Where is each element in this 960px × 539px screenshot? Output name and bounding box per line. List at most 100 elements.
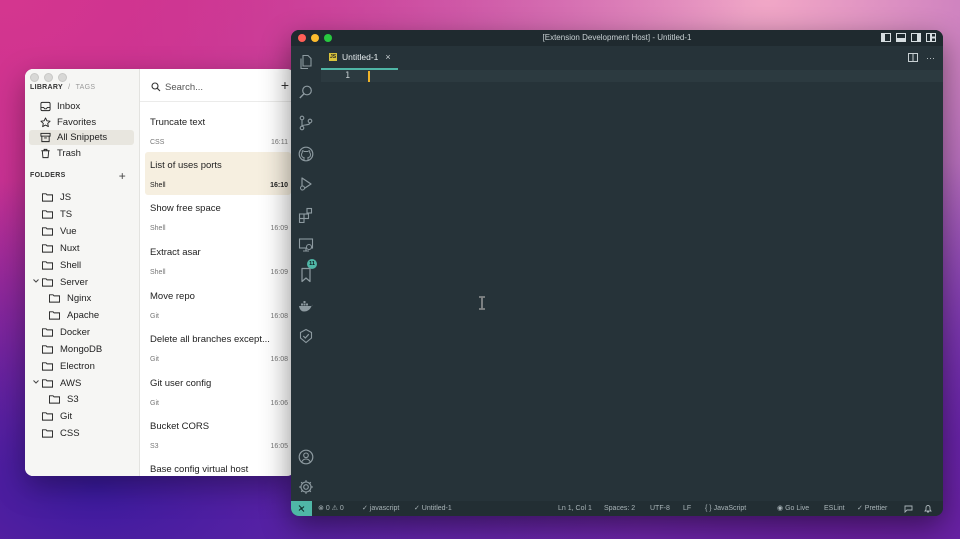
chevron-down-icon[interactable] xyxy=(32,277,40,285)
cursor-position[interactable]: Ln 1, Col 1 xyxy=(558,501,592,516)
toggle-panel-icon[interactable] xyxy=(896,33,906,42)
folder-ts[interactable]: TS xyxy=(42,207,72,221)
folder-s3[interactable]: S3 xyxy=(49,392,79,406)
folder-server[interactable]: Server xyxy=(33,275,88,289)
account-icon[interactable] xyxy=(298,449,314,465)
language-mode[interactable]: { } JavaScript xyxy=(705,501,746,516)
status-language-check[interactable]: ✓ javascript xyxy=(362,501,399,516)
tab-tags[interactable]: TAGS xyxy=(76,84,96,91)
snippet-language: Git xyxy=(150,313,159,320)
remote-indicator[interactable] xyxy=(291,501,312,516)
sidebar-item-trash[interactable]: Trash xyxy=(29,146,134,161)
status-file-check[interactable]: ✓ Untitled-1 xyxy=(414,501,452,516)
folder-icon xyxy=(42,261,53,270)
folder-js[interactable]: JS xyxy=(42,190,71,204)
folder-shell[interactable]: Shell xyxy=(42,258,81,272)
tab-untitled-1[interactable]: JS Untitled-1 × xyxy=(321,46,398,70)
snippet-item-selected[interactable]: List of uses ports Shell 16:10 xyxy=(145,152,291,195)
run-debug-icon[interactable] xyxy=(298,176,314,192)
snippet-item[interactable]: Bucket CORS S3 16:05 xyxy=(145,413,291,456)
snippet-name: Delete all branches except... xyxy=(150,334,270,345)
problems-indicator[interactable]: ⊗ 0 ⚠ 0 xyxy=(318,501,344,516)
folder-nginx[interactable]: Nginx xyxy=(49,291,91,305)
remote-explorer-icon[interactable] xyxy=(298,237,314,253)
folder-label: Shell xyxy=(60,259,82,271)
indentation[interactable]: Spaces: 2 xyxy=(604,501,635,516)
folder-label: Vue xyxy=(60,225,77,237)
snippet-language: Shell xyxy=(150,269,166,276)
end-of-line[interactable]: LF xyxy=(683,501,691,516)
editor-actions: ··· xyxy=(908,53,935,63)
toggle-sidebar-icon[interactable] xyxy=(881,33,891,42)
folder-icon xyxy=(49,311,60,320)
bell-icon[interactable] xyxy=(924,504,932,513)
testing-icon[interactable] xyxy=(298,328,314,344)
folder-label: Apache xyxy=(67,309,100,321)
search-input[interactable] xyxy=(165,79,265,95)
close-tab-icon[interactable]: × xyxy=(385,52,390,62)
source-control-icon[interactable] xyxy=(298,115,314,131)
snippet-item[interactable]: Git user config Git 16:06 xyxy=(145,370,291,413)
snippet-name: Show free space xyxy=(150,203,221,214)
prettier-status[interactable]: ✓ Prettier xyxy=(857,501,887,516)
snippet-item[interactable]: Move repo Git 16:08 xyxy=(145,283,291,326)
folder-mongodb[interactable]: MongoDB xyxy=(42,342,102,356)
more-actions-icon[interactable]: ··· xyxy=(926,53,935,63)
sidebar-item-label: All Snippets xyxy=(57,132,108,143)
folder-docker[interactable]: Docker xyxy=(42,325,90,339)
folder-git[interactable]: Git xyxy=(42,409,72,423)
go-live-button[interactable]: ◉ Go Live xyxy=(777,501,809,516)
javascript-file-icon: JS xyxy=(329,53,337,61)
encoding[interactable]: UTF-8 xyxy=(650,501,670,516)
snippet-item[interactable]: Show free space Shell 16:09 xyxy=(145,195,291,238)
folder-apache[interactable]: Apache xyxy=(49,308,99,322)
github-icon[interactable] xyxy=(298,146,314,162)
trash-icon xyxy=(41,148,50,159)
sidebar-item-label: Trash xyxy=(57,148,81,159)
archive-icon xyxy=(40,132,51,143)
minimize-window-button[interactable] xyxy=(44,73,53,82)
snippet-item[interactable]: Extract asar Shell 16:09 xyxy=(145,239,291,282)
toggle-secondary-sidebar-icon[interactable] xyxy=(911,33,921,42)
eslint-status[interactable]: ESLint xyxy=(824,501,845,516)
current-line-highlight xyxy=(321,70,943,82)
split-editor-icon[interactable] xyxy=(908,53,918,62)
add-folder-button[interactable]: + xyxy=(119,169,126,183)
folder-icon xyxy=(42,412,53,421)
snippet-language: Git xyxy=(150,400,159,407)
sidebar-item-all-snippets[interactable]: All Snippets xyxy=(29,130,134,145)
explorer-icon[interactable] xyxy=(298,54,314,70)
folder-label: AWS xyxy=(60,377,82,389)
masscode-window: LIBRARY / TAGS Inbox Favorites All Snipp… xyxy=(25,69,295,476)
code-editor[interactable]: 1 xyxy=(321,70,943,501)
snippet-item[interactable]: Delete all branches except... Git 16:08 xyxy=(145,326,291,369)
folder-css[interactable]: CSS xyxy=(42,426,80,440)
maximize-window-button[interactable] xyxy=(58,73,67,82)
bookmarks-icon[interactable] xyxy=(298,267,314,283)
minimize-window-button[interactable] xyxy=(311,34,319,42)
extensions-icon[interactable] xyxy=(298,207,314,223)
tab-library[interactable]: LIBRARY xyxy=(30,84,63,91)
docker-icon[interactable] xyxy=(298,298,314,314)
gear-icon[interactable] xyxy=(298,479,314,495)
feedback-icon[interactable] xyxy=(904,505,913,513)
sidebar-item-inbox[interactable]: Inbox xyxy=(29,99,134,114)
folder-aws[interactable]: AWS xyxy=(33,376,82,390)
add-snippet-button[interactable]: + xyxy=(281,77,289,93)
customize-layout-icon[interactable] xyxy=(926,33,936,42)
snippet-item[interactable]: Truncate text CSS 16:11 xyxy=(145,109,291,152)
snippet-language: Shell xyxy=(150,182,166,189)
maximize-window-button[interactable] xyxy=(324,34,332,42)
window-controls xyxy=(298,34,332,42)
close-window-button[interactable] xyxy=(298,34,306,42)
sidebar-item-favorites[interactable]: Favorites xyxy=(29,115,134,130)
close-window-button[interactable] xyxy=(30,73,39,82)
snippet-time: 16:08 xyxy=(270,313,288,320)
chevron-down-icon[interactable] xyxy=(32,378,40,386)
line-number: 1 xyxy=(345,71,351,81)
search-icon[interactable] xyxy=(298,84,314,100)
snippet-item[interactable]: Base config virtual host xyxy=(145,456,291,476)
folder-nuxt[interactable]: Nuxt xyxy=(42,241,80,255)
folder-vue[interactable]: Vue xyxy=(42,224,77,238)
folder-electron[interactable]: Electron xyxy=(42,359,95,373)
